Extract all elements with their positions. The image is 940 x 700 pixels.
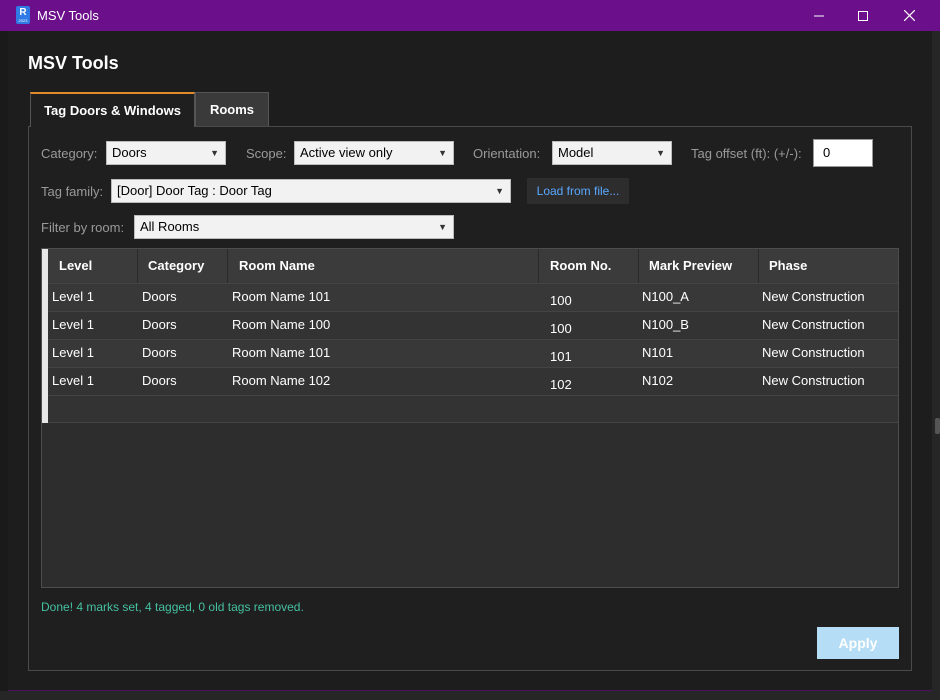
maximize-icon xyxy=(858,10,868,21)
cell-room-no: 100 xyxy=(550,321,572,336)
cell-phase: New Construction xyxy=(762,317,865,332)
cell-phase: New Construction xyxy=(762,373,865,388)
cell-mark-preview: N102 xyxy=(642,373,674,388)
cell-room-name: Room Name 101 xyxy=(232,345,331,360)
cell-level: Level 1 xyxy=(52,373,94,388)
side-scroll-thumb[interactable] xyxy=(935,418,940,434)
revit-app-icon: R 2023 xyxy=(16,6,30,24)
chevron-down-icon: ▼ xyxy=(210,148,219,158)
cell-category: Doors xyxy=(142,345,177,360)
scope-label: Scope: xyxy=(246,146,287,161)
load-from-file-button[interactable]: Load from file... xyxy=(527,178,629,204)
cell-level: Level 1 xyxy=(52,317,94,332)
cell-room-no: 101 xyxy=(550,349,572,364)
minimize-button[interactable] xyxy=(796,0,842,31)
apply-button[interactable]: Apply xyxy=(817,627,899,659)
side-scroll-track xyxy=(932,31,940,700)
close-icon xyxy=(903,10,915,21)
chevron-down-icon: ▼ xyxy=(495,186,504,196)
column-header-phase[interactable]: Phase xyxy=(759,249,898,283)
cell-room-no: 100 xyxy=(550,293,572,308)
tag-family-label: Tag family: xyxy=(41,184,104,199)
cell-mark-preview: N100_B xyxy=(642,317,689,332)
table-row[interactable]: Level 1 Doors Room Name 102 102 N102 New… xyxy=(48,367,898,395)
cell-room-no: 102 xyxy=(550,377,572,392)
orientation-label: Orientation: xyxy=(473,146,541,161)
page-title: MSV Tools xyxy=(28,53,119,73)
tag-offset-input[interactable]: 0 xyxy=(813,139,873,167)
chevron-down-icon: ▼ xyxy=(438,148,447,158)
window-title: MSV Tools xyxy=(37,8,99,23)
cell-room-name: Room Name 102 xyxy=(232,373,331,388)
tab-tag-doors-windows[interactable]: Tag Doors & Windows xyxy=(30,92,195,127)
category-label: Category: xyxy=(41,146,98,161)
title-bar: R 2023 MSV Tools xyxy=(0,0,940,31)
cell-room-name: Room Name 101 xyxy=(232,289,331,304)
tag-offset-label: Tag offset (ft): (+/-): xyxy=(691,146,802,161)
tab-rooms[interactable]: Rooms xyxy=(195,92,269,126)
scope-dropdown[interactable]: Active view only ▼ xyxy=(294,141,454,165)
cell-level: Level 1 xyxy=(52,345,94,360)
cell-mark-preview: N100_A xyxy=(642,289,689,304)
bottom-strip xyxy=(0,691,932,700)
tag-preview-grid[interactable]: Level Category Room Name Room No. Mark P… xyxy=(41,248,899,588)
status-message: Done! 4 marks set, 4 tagged, 0 old tags … xyxy=(41,600,304,614)
column-header-room-no[interactable]: Room No. xyxy=(539,249,639,283)
column-header-category[interactable]: Category xyxy=(138,249,228,283)
table-row[interactable]: Level 1 Doors Room Name 101 101 N101 New… xyxy=(48,339,898,367)
cell-room-name: Room Name 100 xyxy=(232,317,331,332)
minimize-icon xyxy=(814,15,824,16)
room-filter-dropdown[interactable]: All Rooms ▼ xyxy=(134,215,454,239)
table-row[interactable]: Level 1 Doors Room Name 100 100 N100_B N… xyxy=(48,311,898,339)
cell-category: Doors xyxy=(142,289,177,304)
chevron-down-icon: ▼ xyxy=(438,222,447,232)
new-row-placeholder[interactable] xyxy=(48,395,898,423)
tag-family-dropdown[interactable]: [Door] Door Tag : Door Tag ▼ xyxy=(111,179,511,203)
chevron-down-icon: ▼ xyxy=(656,148,665,158)
column-header-mark-preview[interactable]: Mark Preview xyxy=(639,249,759,283)
cell-category: Doors xyxy=(142,373,177,388)
category-dropdown[interactable]: Doors ▼ xyxy=(106,141,226,165)
cell-phase: New Construction xyxy=(762,289,865,304)
cell-level: Level 1 xyxy=(52,289,94,304)
cell-mark-preview: N101 xyxy=(642,345,674,360)
cell-category: Doors xyxy=(142,317,177,332)
column-header-room-name[interactable]: Room Name xyxy=(228,249,539,283)
table-row[interactable]: Level 1 Doors Room Name 101 100 N100_A N… xyxy=(48,283,898,311)
cell-phase: New Construction xyxy=(762,345,865,360)
close-button[interactable] xyxy=(886,0,932,31)
maximize-button[interactable] xyxy=(840,0,886,31)
grid-header: Level Category Room Name Room No. Mark P… xyxy=(48,249,898,283)
orientation-dropdown[interactable]: Model ▼ xyxy=(552,141,672,165)
filter-by-room-label: Filter by room: xyxy=(41,220,125,235)
column-header-level[interactable]: Level xyxy=(48,249,138,283)
